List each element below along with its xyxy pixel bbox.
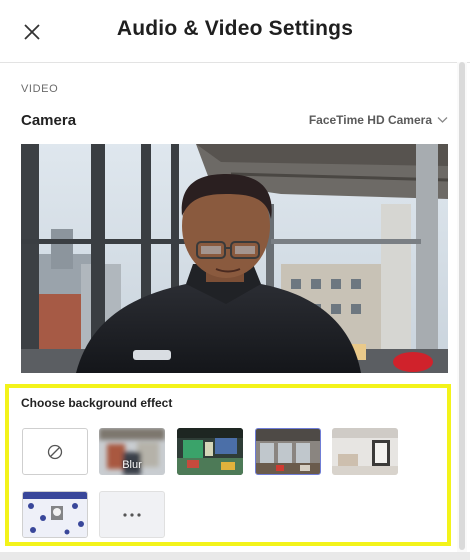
camera-preview [21,144,448,373]
dialog-header: Audio & Video Settings [0,0,470,63]
effect-tile-more[interactable] [99,491,165,538]
camera-label: Camera [21,112,77,129]
more-icon [123,512,141,517]
dialog-bottom-edge [0,552,470,560]
effect-tile-industrial-loft[interactable] [255,428,321,475]
effect-tile-green-office[interactable] [177,428,243,475]
no-effect-icon [47,444,63,459]
effect-tile-none[interactable] [22,428,88,475]
scrollbar[interactable] [457,62,467,560]
camera-select-value: FaceTime HD Camera [308,113,432,127]
effect-tile-white-room[interactable] [332,428,398,475]
effect-tile-blur[interactable]: Blur [99,428,165,475]
settings-dialog: Audio & Video Settings VIDEO Camera Face… [0,0,470,560]
camera-select[interactable]: FaceTime HD Camera [309,113,448,127]
effect-tile-snowflake-pattern[interactable] [22,491,88,538]
chevron-down-icon [437,117,448,123]
effect-tile-blur-label: Blur [122,459,142,471]
scrollbar-thumb[interactable] [459,62,465,550]
dialog-title: Audio & Video Settings [116,17,354,40]
effects-title: Choose background effect [21,396,173,410]
video-section-label: VIDEO [21,83,59,95]
